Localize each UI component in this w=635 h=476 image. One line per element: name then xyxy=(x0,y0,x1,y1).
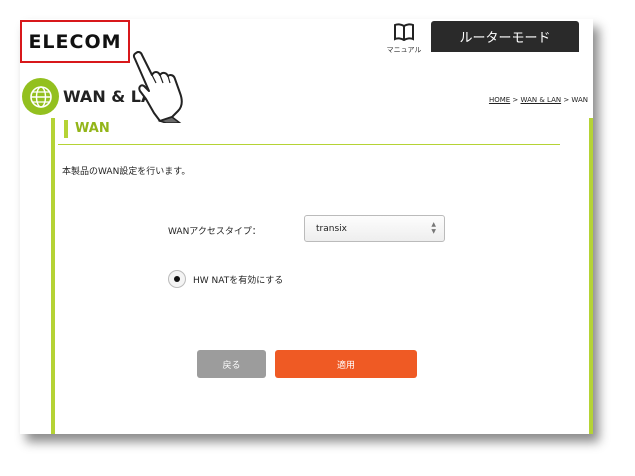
select-arrows-icon: ▲ ▼ xyxy=(431,221,436,235)
breadcrumb-separator: > xyxy=(510,96,521,104)
elecom-logo[interactable]: ELECOM xyxy=(28,31,121,53)
content-left-border xyxy=(51,118,55,434)
hw-nat-radio[interactable] xyxy=(168,270,186,288)
panel-description: 本製品のWAN設定を行います。 xyxy=(62,167,191,177)
manual-label: マニュアル xyxy=(386,46,422,54)
book-icon xyxy=(393,23,415,45)
globe-icon xyxy=(22,78,59,115)
panel-divider xyxy=(58,144,560,145)
router-mode-tab[interactable]: ルーターモード xyxy=(431,21,579,52)
breadcrumb-home[interactable]: HOME xyxy=(489,96,510,104)
pointing-hand-icon xyxy=(132,50,192,124)
manual-link[interactable]: マニュアル xyxy=(384,23,424,55)
content-right-border xyxy=(589,118,593,434)
breadcrumb-wan-lan[interactable]: WAN & LAN xyxy=(521,96,562,104)
wan-type-value: transix xyxy=(316,223,347,234)
apply-button[interactable]: 適用 xyxy=(275,350,417,378)
panel-title: WAN xyxy=(64,120,110,138)
back-button[interactable]: 戻る xyxy=(197,350,266,378)
hw-nat-label[interactable]: HW NATを有効にする xyxy=(193,273,283,286)
breadcrumb-separator: > xyxy=(561,96,572,104)
logo-highlight-box[interactable]: ELECOM xyxy=(20,20,130,63)
breadcrumb-current: WAN xyxy=(571,96,588,104)
radio-dot xyxy=(174,276,180,282)
router-admin-page: ELECOM マニュアル ルーターモード WAN & LAN HOME > WA… xyxy=(20,19,593,434)
wan-type-select[interactable]: transix ▲ ▼ xyxy=(304,215,445,242)
wan-type-label: WANアクセスタイプ： xyxy=(168,227,261,237)
breadcrumb: HOME > WAN & LAN > WAN xyxy=(489,96,588,104)
